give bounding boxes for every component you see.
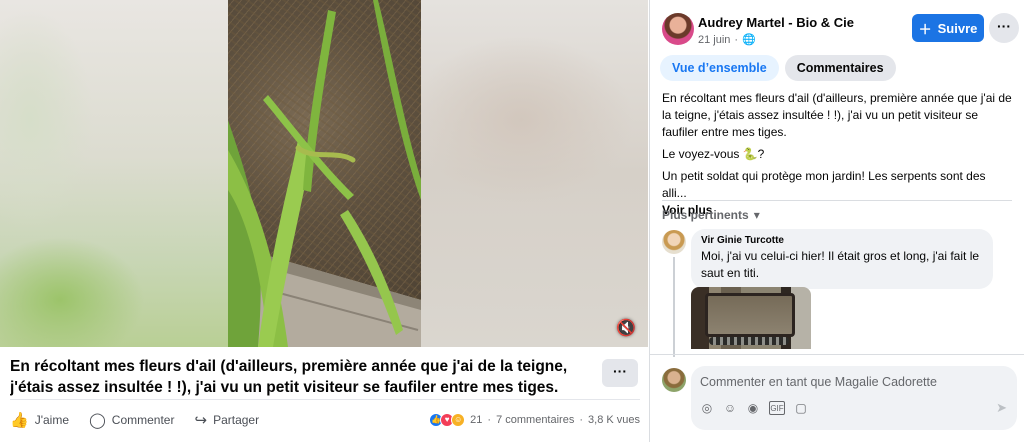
chevron-down-icon: ▾ (753, 208, 760, 222)
commenter-avatar[interactable] (662, 230, 686, 254)
photo-snake (709, 337, 789, 345)
gif-icon[interactable]: GIF (769, 401, 785, 415)
avatar-icon[interactable]: ◎ (700, 401, 714, 415)
follow-label: Suivre (937, 20, 978, 36)
post-date[interactable]: 21 juin (698, 34, 730, 46)
send-icon[interactable]: ➤ (996, 400, 1007, 416)
panel-tabs: Vue d’ensemble Commentaires (660, 55, 896, 81)
video-frame[interactable] (228, 0, 421, 347)
author-name[interactable]: Audrey Martel - Bio & Cie (698, 15, 854, 30)
comment-sort-dropdown[interactable]: Plus pertinents ▾ (662, 208, 760, 222)
like-button[interactable]: 👍 J'aime (10, 411, 69, 429)
comment-icon: ◯ (89, 412, 106, 429)
video-area[interactable]: 🔇 (0, 0, 648, 347)
reaction-count[interactable]: 21 (470, 414, 482, 426)
stats-separator: · (487, 414, 492, 426)
like-icon: 👍 (10, 412, 29, 429)
share-icon: ↪ (194, 412, 208, 429)
panel-divider (662, 200, 1012, 201)
comment-button[interactable]: ◯ Commenter (89, 411, 174, 429)
tab-overview[interactable]: Vue d’ensemble (660, 55, 779, 81)
view-count: 3,8 K vues (588, 414, 640, 426)
video-blur-left (0, 0, 228, 347)
panel-more-button[interactable]: ··· (989, 13, 1019, 43)
haha-reaction-icon: ☺ (451, 413, 466, 427)
garden-scene (228, 0, 421, 347)
comment-bubble: Vir Ginie Turcotte Moi, j'ai vu celui-ci… (691, 229, 993, 289)
camera-icon[interactable]: ◉ (746, 401, 760, 415)
follow-button[interactable]: ＋ Suivre (912, 14, 984, 42)
composer-tools: ◎ ☺ ◉ GIF ▢ (700, 401, 808, 415)
share-button[interactable]: ↪ Partager (194, 411, 259, 429)
comment-composer[interactable]: Commenter en tant que Magalie Cadorette … (691, 366, 1017, 430)
share-label: Partager (213, 413, 260, 427)
mute-icon[interactable]: 🔇 (615, 318, 637, 340)
post-caption: En récoltant mes fleurs d'ail (d'ailleur… (10, 358, 568, 396)
comment-author[interactable]: Vir Ginie Turcotte (701, 235, 983, 246)
sort-label: Plus pertinents (662, 208, 749, 222)
snake-icon: 🐍 (742, 147, 758, 161)
post-actions: 👍 J'aime ◯ Commenter ↪ Partager (10, 405, 279, 435)
post-meta: 21 juin · 🌐 (698, 33, 756, 47)
author-avatar[interactable] (662, 13, 694, 45)
current-user-avatar[interactable] (662, 368, 686, 392)
photo-object (705, 293, 795, 337)
sticker-icon[interactable]: ▢ (794, 401, 808, 415)
comment-photo[interactable] (691, 287, 811, 349)
actions-divider (10, 399, 640, 400)
reaction-icons[interactable]: 👍 ♥ ☺ (429, 413, 466, 427)
composer-divider (650, 354, 1024, 355)
globe-icon: 🌐 (742, 34, 756, 46)
comment-text: Moi, j'ai vu celui-ci hier! Il était gro… (701, 249, 980, 280)
post-more-button[interactable]: ··· (602, 359, 638, 387)
like-label: J'aime (34, 413, 69, 427)
thread-line (673, 257, 675, 357)
emoji-icon[interactable]: ☺ (723, 401, 737, 415)
follow-plus-icon: ＋ (918, 21, 932, 37)
comment-input[interactable]: Commenter en tant que Magalie Cadorette (700, 375, 937, 389)
post-text-p2: Le voyez-vous 🐍? (662, 147, 765, 161)
post-text-p1: En récoltant mes fleurs d'ail (d'ailleur… (662, 91, 1012, 139)
comment-count[interactable]: 7 commentaires (496, 414, 574, 426)
video-blur-right (421, 0, 648, 347)
tab-comments[interactable]: Commentaires (784, 55, 896, 81)
side-panel: Audrey Martel - Bio & Cie 21 juin · 🌐 ＋ … (649, 0, 1024, 442)
stats-separator: · (579, 414, 584, 426)
post-stats: 👍 ♥ ☺ 21 · 7 commentaires · 3,8 K vues (429, 413, 640, 427)
comment-label: Commenter (111, 413, 175, 427)
meta-dot: · (734, 33, 739, 46)
